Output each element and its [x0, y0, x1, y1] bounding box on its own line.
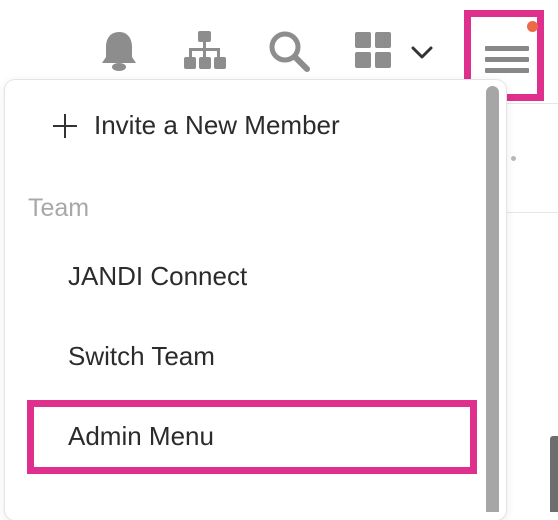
- background-panel-edge: [550, 436, 558, 512]
- search-icon[interactable]: [268, 30, 310, 72]
- org-chart-icon[interactable]: [184, 31, 226, 71]
- background-divider: [506, 103, 558, 104]
- plus-icon: [53, 113, 77, 138]
- invite-member-item[interactable]: Invite a New Member: [53, 110, 340, 141]
- background-divider: [506, 212, 558, 213]
- invite-member-label: Invite a New Member: [94, 110, 340, 140]
- bell-icon[interactable]: [100, 30, 138, 72]
- background-dot: [511, 156, 516, 161]
- chevron-down-icon[interactable]: [411, 46, 433, 60]
- dropdown-scrollbar[interactable]: [486, 86, 499, 512]
- menu-item-jandi-connect[interactable]: JANDI Connect: [68, 261, 247, 292]
- menu-item-admin-menu[interactable]: Admin Menu: [27, 400, 477, 474]
- notification-dot: [527, 21, 538, 32]
- menu-item-switch-team[interactable]: Switch Team: [68, 341, 215, 372]
- team-section-header: Team: [28, 194, 90, 222]
- hamburger-menu-icon: [485, 46, 529, 51]
- apps-grid-icon[interactable]: [355, 32, 391, 68]
- admin-menu-label: Admin Menu: [68, 421, 214, 451]
